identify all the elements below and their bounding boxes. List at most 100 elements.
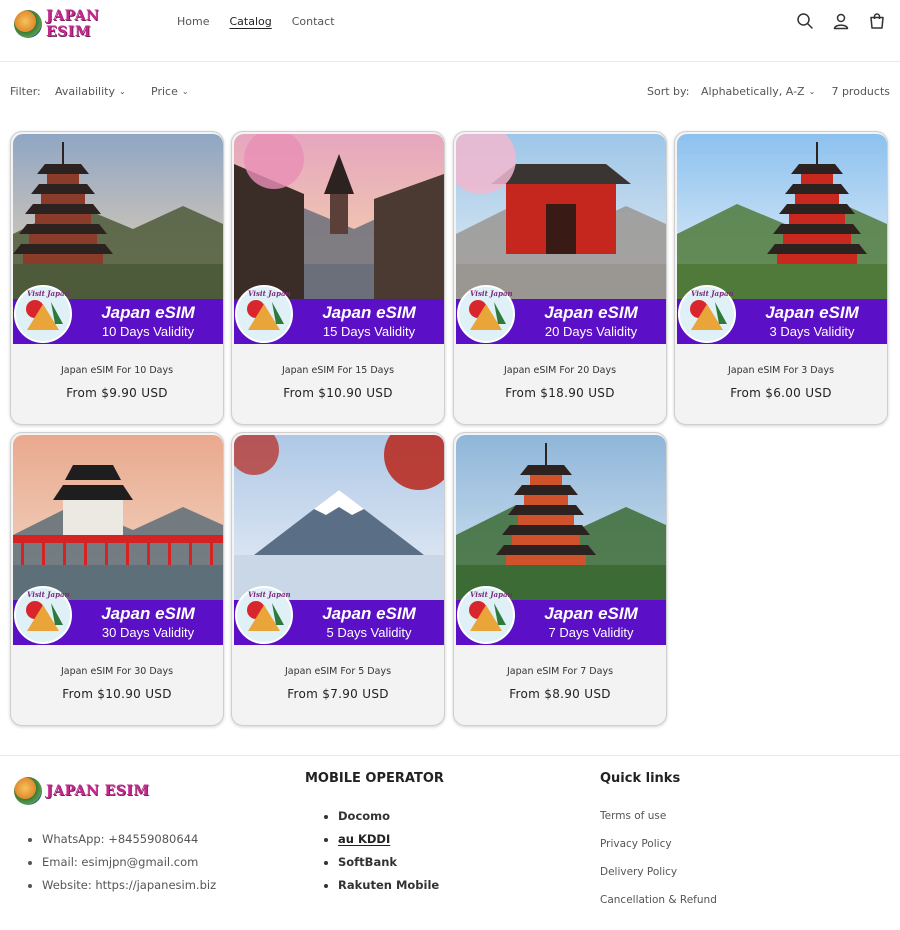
product-image[interactable]: Japan eSIM 15 Days Validity Visit Japan bbox=[234, 134, 444, 344]
quicklinks-heading: Quick links bbox=[600, 771, 681, 786]
product-price: From $18.90 USD bbox=[505, 386, 615, 400]
visit-japan-badge-icon: Visit Japan bbox=[235, 586, 293, 644]
product-title[interactable]: Japan eSIM For 5 Days bbox=[232, 666, 444, 677]
product-card[interactable]: Japan eSIM 15 Days Validity Visit Japan Jap… bbox=[231, 131, 445, 425]
operator-kddi: au KDDI bbox=[338, 832, 439, 855]
badge-text: Visit Japan bbox=[27, 289, 70, 298]
nav-contact[interactable]: Contact bbox=[292, 15, 335, 28]
badge-text: Visit Japan bbox=[248, 289, 291, 298]
link-privacy[interactable]: Privacy Policy bbox=[600, 838, 717, 866]
product-title[interactable]: Japan eSIM For 3 Days bbox=[675, 365, 887, 376]
sort-label: Sort by: bbox=[647, 85, 690, 98]
product-card[interactable]: Japan eSIM 5 Days Validity Visit Japan Japa… bbox=[231, 432, 445, 726]
operator-label: Rakuten Mobile bbox=[338, 878, 440, 892]
price-filter[interactable]: Price ⌄ bbox=[151, 85, 189, 98]
logo-text: JAPAN ESIM bbox=[46, 8, 100, 40]
footer-logo[interactable]: JAPAN ESIM bbox=[14, 776, 150, 806]
chevron-down-icon: ⌄ bbox=[181, 87, 189, 96]
banner-subtitle: 10 Days Validity bbox=[102, 324, 195, 339]
product-card[interactable]: Japan eSIM 7 Days Validity Visit Japan Japa… bbox=[453, 432, 667, 726]
banner-title: Japan eSIM bbox=[765, 303, 859, 322]
site-logo[interactable]: JAPAN ESIM bbox=[14, 8, 146, 40]
product-count: 7 products bbox=[831, 85, 890, 98]
availability-filter[interactable]: Availability ⌄ bbox=[55, 85, 126, 98]
chevron-down-icon: ⌄ bbox=[118, 87, 126, 96]
banner-title: Japan eSIM bbox=[544, 604, 638, 623]
link-delivery[interactable]: Delivery Policy bbox=[600, 866, 717, 894]
banner-title: Japan eSIM bbox=[322, 303, 416, 322]
badge-text: Visit Japan bbox=[470, 289, 513, 298]
search-icon[interactable] bbox=[796, 12, 814, 30]
filter-label: Filter: bbox=[10, 85, 41, 98]
link-refund[interactable]: Cancellation & Refund bbox=[600, 894, 717, 922]
visit-japan-badge-icon: Visit Japan bbox=[678, 285, 736, 343]
nav-catalog[interactable]: Catalog bbox=[229, 15, 271, 28]
product-price: From $7.90 USD bbox=[287, 687, 389, 701]
badge-text: Visit Japan bbox=[248, 590, 291, 599]
visit-japan-badge-icon: Visit Japan bbox=[235, 285, 293, 343]
product-price: From $6.00 USD bbox=[730, 386, 832, 400]
quicklinks-list: Terms of use Privacy Policy Delivery Pol… bbox=[600, 810, 717, 922]
product-card[interactable]: Japan eSIM 10 Days Validity Visit Japan Jap… bbox=[10, 131, 224, 425]
product-card[interactable]: Japan eSIM 3 Days Validity Visit Japan Japa… bbox=[674, 131, 888, 425]
logo-emblem-icon bbox=[14, 777, 42, 805]
main-nav: Home Catalog Contact bbox=[177, 15, 335, 28]
operator-label: Docomo bbox=[338, 809, 391, 823]
footer-logo-text: JAPAN ESIM bbox=[46, 783, 150, 799]
contact-whatsapp: WhatsApp: +84559080644 bbox=[42, 832, 216, 855]
availability-filter-label: Availability bbox=[55, 85, 115, 98]
product-price: From $10.90 USD bbox=[62, 687, 172, 701]
product-price: From $8.90 USD bbox=[509, 687, 611, 701]
banner-title: Japan eSIM bbox=[101, 604, 195, 623]
product-image[interactable]: Japan eSIM 7 Days Validity Visit Japan bbox=[456, 435, 666, 645]
sort-select[interactable]: Alphabetically, A-Z ⌄ bbox=[701, 85, 815, 98]
badge-text: Visit Japan bbox=[27, 590, 70, 599]
product-image[interactable]: Japan eSIM 30 Days Validity Visit Japan bbox=[13, 435, 223, 645]
filter-bar: Filter: Availability ⌄ Price ⌄ Sort by: Al… bbox=[10, 85, 890, 101]
site-footer: JAPAN ESIM WhatsApp: +84559080644 Email:… bbox=[0, 755, 900, 930]
contact-website: Website: https://japanesim.biz bbox=[42, 878, 216, 901]
product-image[interactable]: Japan eSIM 10 Days Validity Visit Japan bbox=[13, 134, 223, 344]
operator-docomo: Docomo bbox=[338, 809, 439, 832]
product-title[interactable]: Japan eSIM For 15 Days bbox=[232, 365, 444, 376]
product-card[interactable]: Japan eSIM 30 Days Validity Visit Japan Jap… bbox=[10, 432, 224, 726]
banner-subtitle: 30 Days Validity bbox=[102, 625, 195, 640]
banner-subtitle: 15 Days Validity bbox=[323, 324, 416, 339]
badge-text: Visit Japan bbox=[691, 289, 734, 298]
banner-title: Japan eSIM bbox=[101, 303, 195, 322]
nav-home[interactable]: Home bbox=[177, 15, 209, 28]
badge-text: Visit Japan bbox=[470, 590, 513, 599]
visit-japan-badge-icon: Visit Japan bbox=[457, 586, 515, 644]
contact-email: Email: esimjpn@gmail.com bbox=[42, 855, 216, 878]
product-price: From $9.90 USD bbox=[66, 386, 168, 400]
product-title[interactable]: Japan eSIM For 10 Days bbox=[11, 365, 223, 376]
banner-subtitle: 3 Days Validity bbox=[769, 324, 855, 339]
operator-list: Docomo au KDDI SoftBank Rakuten Mobile bbox=[322, 809, 439, 901]
product-title[interactable]: Japan eSIM For 20 Days bbox=[454, 365, 666, 376]
link-terms[interactable]: Terms of use bbox=[600, 810, 717, 838]
banner-subtitle: 20 Days Validity bbox=[545, 324, 638, 339]
operator-link[interactable]: au KDDI bbox=[338, 832, 390, 846]
site-header: JAPAN ESIM Home Catalog Contact bbox=[0, 0, 900, 62]
product-title[interactable]: Japan eSIM For 30 Days bbox=[11, 666, 223, 677]
chevron-down-icon: ⌄ bbox=[808, 87, 816, 96]
banner-subtitle: 5 Days Validity bbox=[326, 625, 412, 640]
visit-japan-badge-icon: Visit Japan bbox=[14, 285, 72, 343]
account-icon[interactable] bbox=[832, 12, 850, 30]
product-title[interactable]: Japan eSIM For 7 Days bbox=[454, 666, 666, 677]
product-price: From $10.90 USD bbox=[283, 386, 393, 400]
contact-list: WhatsApp: +84559080644 Email: esimjpn@gm… bbox=[26, 832, 216, 901]
product-card[interactable]: Japan eSIM 20 Days Validity Visit Japan Jap… bbox=[453, 131, 667, 425]
operator-rakuten: Rakuten Mobile bbox=[338, 878, 439, 901]
product-image[interactable]: Japan eSIM 3 Days Validity Visit Japan bbox=[677, 134, 887, 344]
product-image[interactable]: Japan eSIM 5 Days Validity Visit Japan bbox=[234, 435, 444, 645]
banner-subtitle: 7 Days Validity bbox=[548, 625, 634, 640]
visit-japan-badge-icon: Visit Japan bbox=[457, 285, 515, 343]
operator-softbank: SoftBank bbox=[338, 855, 439, 878]
price-filter-label: Price bbox=[151, 85, 178, 98]
product-image[interactable]: Japan eSIM 20 Days Validity Visit Japan bbox=[456, 134, 666, 344]
operator-label: SoftBank bbox=[338, 855, 398, 869]
logo-emblem-icon bbox=[14, 10, 42, 38]
visit-japan-badge-icon: Visit Japan bbox=[14, 586, 72, 644]
cart-icon[interactable] bbox=[868, 12, 886, 30]
